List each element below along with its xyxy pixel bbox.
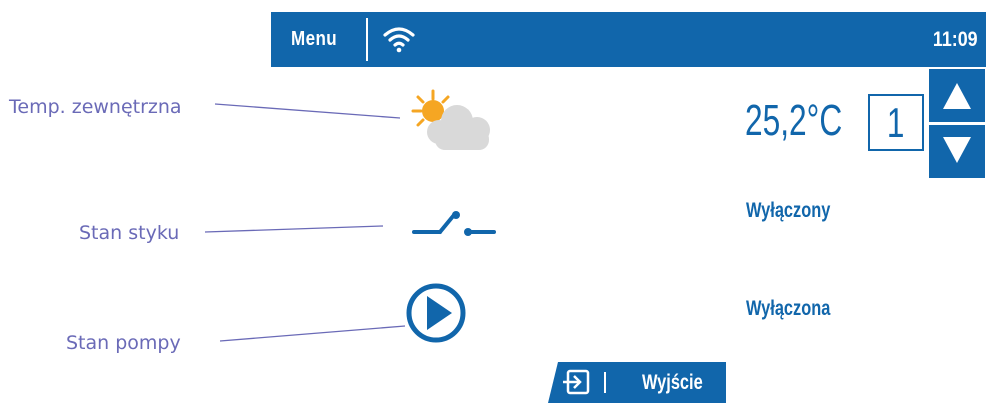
leader-line-pump — [219, 325, 406, 342]
annotation-contact-state: Stan styku — [79, 222, 180, 244]
leader-line-temp — [214, 103, 401, 119]
arrow-up-icon — [943, 83, 971, 109]
exit-button[interactable]: Wyjście — [548, 362, 726, 403]
topbar-divider — [366, 18, 368, 61]
pump-status: Wyłączona — [746, 297, 831, 320]
increase-button[interactable] — [929, 69, 985, 122]
setting-value: 1 — [887, 99, 905, 146]
top-bar: Menu 11:09 — [271, 12, 986, 67]
switch-contact-icon — [412, 211, 496, 236]
leader-line-contact — [204, 225, 384, 233]
annotation-pump-state: Stan pompy — [66, 332, 181, 354]
exit-button-label: Wyjście — [642, 371, 703, 394]
arrow-down-icon — [943, 137, 971, 163]
decrease-button[interactable] — [929, 125, 985, 178]
setting-value-box[interactable]: 1 — [868, 94, 924, 151]
pump-play-icon — [406, 283, 466, 343]
wifi-icon — [383, 27, 415, 53]
clock: 11:09 — [933, 28, 978, 51]
sun-cloud-icon — [411, 89, 490, 150]
contact-status: Wyłączony — [746, 199, 831, 222]
annotation-outdoor-temp: Temp. zewnętrzna — [9, 96, 182, 118]
temperature-value: 25,2°C — [745, 96, 843, 145]
menu-button[interactable]: Menu — [291, 12, 337, 67]
